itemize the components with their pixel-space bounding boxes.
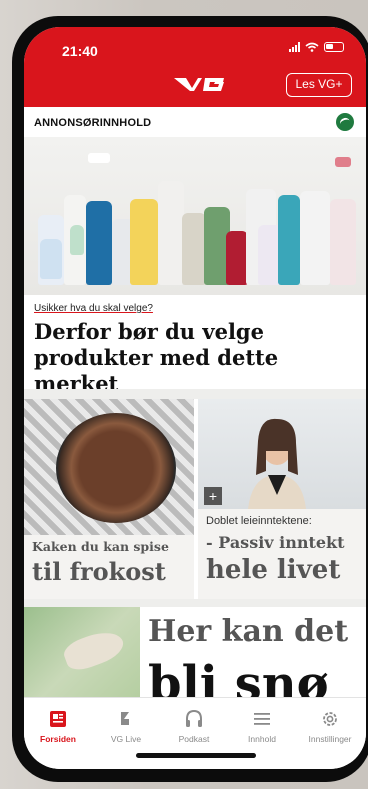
tab-forsiden[interactable]: Forsiden [28, 708, 88, 744]
gear-icon [319, 708, 341, 730]
bottom-tab-bar: Forsiden VG Live Podkast Innhold Innstil… [24, 697, 366, 769]
sponsored-label-row: ANNONSØRINNHOLD [24, 107, 366, 137]
tab-vg-live[interactable]: VG Live [96, 708, 156, 744]
tab-innhold[interactable]: Innhold [232, 708, 292, 744]
tab-label: Innstillinger [308, 734, 352, 744]
card-kicker: Doblet leieinntektene: [206, 515, 312, 527]
battery-icon [324, 42, 344, 52]
tab-label: Podkast [178, 734, 210, 744]
wifi-icon [305, 42, 319, 52]
top-bar: 21:40 Les VG+ [24, 27, 366, 107]
article-card-income[interactable]: + Doblet leieinntektene: - Passiv inntek… [198, 399, 366, 599]
section-divider [24, 389, 366, 399]
tab-podkast[interactable]: Podkast [164, 708, 224, 744]
ad-hero-image[interactable] [24, 137, 366, 295]
card-title-big: til frokost [32, 557, 166, 586]
headphones-icon [183, 708, 205, 730]
card-title-big: hele livet [206, 555, 341, 585]
swan-ecolabel-icon [336, 113, 354, 131]
tab-innstillinger[interactable]: Innstillinger [300, 708, 360, 744]
ad-headline[interactable]: Derfor bør du velge produkter med dette … [34, 319, 359, 397]
story-title-small[interactable]: Her kan det [148, 615, 348, 649]
live-icon [115, 708, 137, 730]
plus-badge: + [204, 487, 222, 505]
app-screen: 21:40 Les VG+ ANNONSØRINNHOLD Usikker hv… [24, 27, 366, 769]
section-divider [24, 599, 366, 607]
woman-image: + [198, 399, 366, 509]
article-card-cake[interactable]: Kaken du kan spise til frokost [24, 399, 194, 599]
menu-icon [251, 708, 273, 730]
sponsored-label: ANNONSØRINNHOLD [34, 117, 152, 129]
vg-logo[interactable] [172, 75, 226, 93]
ad-kicker[interactable]: Usikker hva du skal velge? [34, 303, 153, 314]
cake-image [24, 399, 194, 535]
les-vg-plus-button[interactable]: Les VG+ [286, 73, 352, 97]
card-title-small: - Passiv inntekt [206, 533, 345, 552]
status-time: 21:40 [62, 43, 98, 59]
card-title-small: Kaken du kan spise [32, 539, 169, 554]
tab-label: Forsiden [40, 734, 76, 744]
status-icons [289, 42, 344, 52]
front-page-icon [47, 708, 69, 730]
tab-label: Innhold [248, 734, 276, 744]
tab-label: VG Live [110, 734, 142, 744]
signal-icon [289, 42, 300, 52]
home-indicator[interactable] [136, 753, 256, 758]
